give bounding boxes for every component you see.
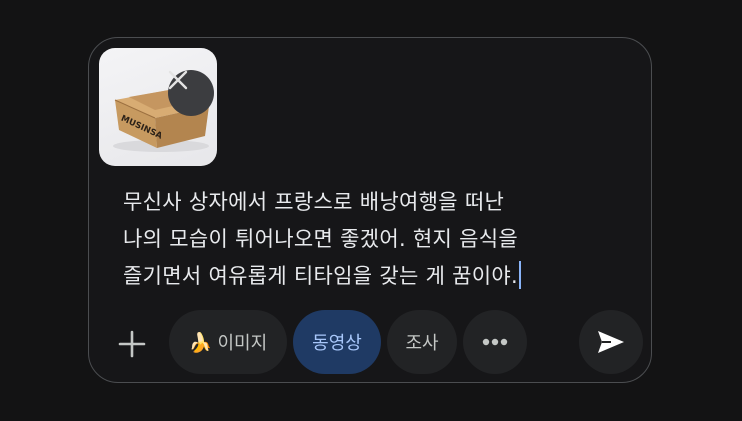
add-button[interactable] — [109, 324, 155, 364]
plus-icon — [118, 330, 146, 358]
attachment-thumbnail[interactable]: MUSINSA — [99, 48, 217, 166]
research-tool-label: 조사 — [405, 333, 439, 354]
banana-icon: 🍌 — [188, 331, 213, 354]
image-tool-chip[interactable]: 🍌 이미지 — [169, 310, 287, 374]
send-icon — [598, 331, 624, 353]
prompt-composer: MUSINSA 무신사 상자에서 프랑스로 배낭여행을 떠난 나의 모습이 튀어… — [88, 37, 652, 383]
remove-attachment-button[interactable] — [168, 70, 214, 116]
more-tools-button[interactable] — [463, 310, 527, 374]
more-horizontal-icon — [482, 338, 508, 346]
video-tool-label: 동영상 — [312, 333, 362, 354]
text-cursor — [519, 261, 522, 289]
image-tool-label: 이미지 — [217, 333, 268, 354]
research-tool-chip[interactable]: 조사 — [387, 310, 457, 374]
prompt-input[interactable]: 무신사 상자에서 프랑스로 배낭여행을 떠난 나의 모습이 튀어나오면 좋겠어.… — [123, 184, 593, 295]
close-icon — [168, 70, 188, 90]
send-button[interactable] — [579, 310, 643, 374]
prompt-text: 무신사 상자에서 프랑스로 배낭여행을 떠난 나의 모습이 튀어나오면 좋겠어.… — [123, 190, 519, 288]
video-tool-chip[interactable]: 동영상 — [293, 310, 381, 374]
